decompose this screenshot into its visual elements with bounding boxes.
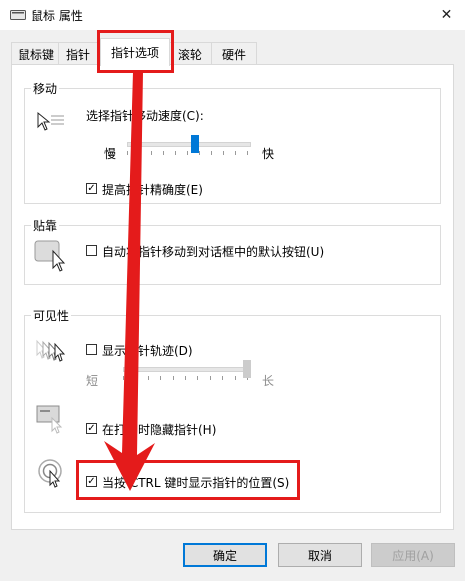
slider-tick xyxy=(247,151,248,155)
trails-label[interactable]: 显示指针轨迹(D) xyxy=(102,342,193,359)
slider-tick xyxy=(160,376,161,380)
close-button[interactable]: ✕ xyxy=(428,0,465,30)
ok-button[interactable]: 确定 xyxy=(183,543,267,567)
slider-tick xyxy=(151,151,152,155)
pointer-speed-slider[interactable] xyxy=(127,135,251,161)
checkmark-icon: ✓ xyxy=(87,423,96,434)
mouse-app-icon xyxy=(10,10,26,20)
slider-tick xyxy=(148,376,149,380)
slider-tick xyxy=(211,151,212,155)
tab-hardware[interactable]: 硬件 xyxy=(211,42,257,65)
pointer-speed-icon xyxy=(37,111,64,131)
highlight-box-tab xyxy=(97,30,174,73)
trail-slider-track xyxy=(123,367,251,372)
hide-pointer-label[interactable]: 在打字时隐藏指针(H) xyxy=(102,421,216,438)
tab-buttons[interactable]: 鼠标键 xyxy=(11,42,61,65)
snap-group-title: 贴靠 xyxy=(31,217,60,234)
trail-slider-ticks xyxy=(123,376,251,382)
precision-checkbox[interactable]: ✓ xyxy=(86,183,97,194)
trails-checkbox[interactable] xyxy=(86,344,97,355)
speed-slider-track xyxy=(127,142,251,147)
hide-while-typing-icon xyxy=(36,405,63,434)
tab-wheel[interactable]: 滚轮 xyxy=(168,42,212,65)
tab-pointers[interactable]: 指针 xyxy=(58,42,98,65)
speed-slider-thumb[interactable] xyxy=(191,135,199,153)
hide-pointer-checkbox[interactable]: ✓ xyxy=(86,423,97,434)
slider-tick xyxy=(197,376,198,380)
slider-tick xyxy=(163,151,164,155)
slider-tick xyxy=(223,151,224,155)
trail-slider-thumb[interactable] xyxy=(243,360,251,378)
speed-slider-ticks xyxy=(127,151,251,157)
checkmark-icon: ✓ xyxy=(87,183,96,194)
speed-label: 选择指针移动速度(C): xyxy=(86,109,204,123)
window-title: 鼠标 属性 xyxy=(31,9,83,23)
highlight-box-option xyxy=(76,460,300,500)
cancel-button[interactable]: 取消 xyxy=(278,543,362,567)
motion-group-title: 移动 xyxy=(31,80,60,97)
slider-tick xyxy=(199,151,200,155)
slider-tick xyxy=(235,151,236,155)
fast-label: 快 xyxy=(262,147,275,161)
short-label: 短 xyxy=(86,374,99,388)
slider-tick xyxy=(235,376,236,380)
slider-tick xyxy=(187,151,188,155)
slider-tick xyxy=(135,376,136,380)
pointer-trails-icon xyxy=(36,339,66,362)
snap-checkbox[interactable] xyxy=(86,245,97,256)
slow-label: 慢 xyxy=(104,147,117,161)
slider-tick xyxy=(173,376,174,380)
apply-button: 应用(A) xyxy=(371,543,455,567)
slider-tick xyxy=(123,376,124,380)
snap-to-icon xyxy=(34,240,66,272)
precision-label[interactable]: 提高指针精确度(E) xyxy=(102,181,203,198)
trail-length-slider[interactable] xyxy=(123,360,251,386)
snap-label[interactable]: 自动将指针移动到对话框中的默认按钮(U) xyxy=(102,243,324,260)
visibility-group-title: 可见性 xyxy=(31,307,72,324)
show-location-icon xyxy=(38,459,62,488)
slider-tick xyxy=(210,376,211,380)
slider-tick xyxy=(222,376,223,380)
slider-tick xyxy=(185,376,186,380)
long-label: 长 xyxy=(262,374,275,388)
slider-tick xyxy=(139,151,140,155)
slider-tick xyxy=(175,151,176,155)
slider-tick xyxy=(127,151,128,155)
